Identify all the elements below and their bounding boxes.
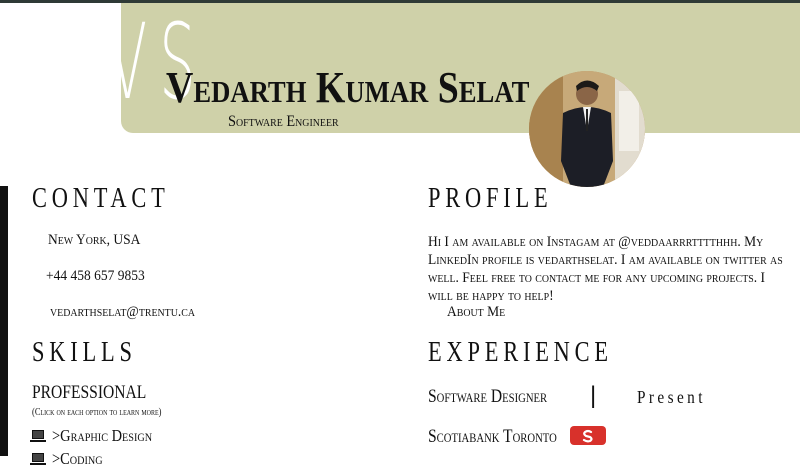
laptop-icon xyxy=(30,453,46,465)
laptop-icon xyxy=(30,430,46,442)
experience-heading: EXPERIENCE xyxy=(428,337,613,368)
scotiabank-s-icon xyxy=(582,429,593,442)
profile-description: Hi I am available on Instagam at @veddaa… xyxy=(428,234,783,304)
scotiabank-logo-icon[interactable] xyxy=(570,426,606,445)
job-title: Software Engineer xyxy=(228,113,339,130)
contact-location: New York, USA xyxy=(48,232,141,248)
skill-item-graphic-design[interactable]: >Graphic Design xyxy=(30,426,170,446)
experience-period: Present xyxy=(637,387,706,407)
left-accent-bar xyxy=(0,186,8,456)
experience-separator: | xyxy=(590,382,597,409)
experience-role: Software Designer xyxy=(428,386,548,407)
skills-hint: (Click on each option to learn more) xyxy=(32,407,162,418)
contact-heading: CONTACT xyxy=(32,183,170,214)
profile-heading: PROFILE xyxy=(428,183,553,214)
skill-label: >Graphic Design xyxy=(52,426,153,445)
skills-category: PROFESSIONAL xyxy=(32,382,147,403)
skill-item-coding[interactable]: >Coding xyxy=(30,449,112,469)
skills-heading: SKILLS xyxy=(32,337,137,368)
experience-company: Scotiabank Toronto xyxy=(428,426,557,447)
avatar xyxy=(529,71,645,187)
page-title: Vedarth Kumar Selat xyxy=(166,63,530,112)
about-me-link[interactable]: About Me xyxy=(447,305,505,320)
contact-phone: +44 458 657 9853 xyxy=(46,268,145,284)
avatar-photo-icon xyxy=(529,71,645,187)
contact-email-link[interactable]: vedarthselat@trentu.ca xyxy=(50,305,195,320)
skill-label: >Coding xyxy=(52,449,103,468)
